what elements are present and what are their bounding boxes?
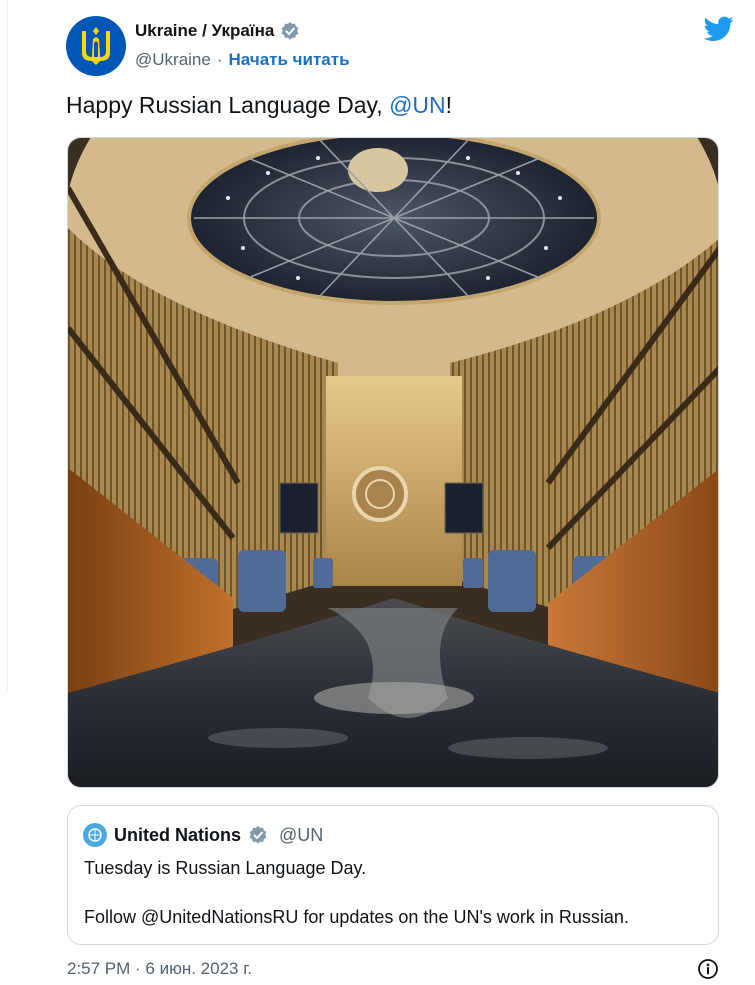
tweet-text: Happy Russian Language Day, @UN! — [66, 92, 452, 119]
mention-link[interactable]: @UN — [389, 92, 446, 118]
quoted-text-line1: Tuesday is Russian Language Day. — [84, 858, 367, 878]
tweet-footer: 2:57 PM · 6 июн. 2023 г. — [67, 958, 719, 980]
quoted-handle: @UN — [279, 824, 324, 845]
author-handle[interactable]: @Ukraine — [135, 50, 211, 70]
quoted-author-avatar — [83, 823, 107, 847]
tweet-text-end: ! — [445, 92, 453, 118]
tweet-media-image[interactable] — [67, 137, 719, 788]
un-emblem-icon — [88, 828, 102, 842]
verified-badge-icon — [281, 22, 299, 40]
author-avatar[interactable] — [66, 16, 126, 76]
author-display-name[interactable]: Ukraine / Україна — [135, 21, 274, 41]
tweet-header: Ukraine / Україна @Ukraine · Начать чита… — [66, 16, 734, 76]
twitter-bird-icon[interactable] — [704, 16, 734, 42]
tweet-timestamp[interactable]: 2:57 PM · 6 июн. 2023 г. — [67, 959, 252, 979]
quoted-tweet[interactable]: United Nations @UN Tuesday is Russian La… — [67, 805, 719, 945]
handle-row: @Ukraine · Начать читать — [135, 50, 350, 70]
timeline-divider-left — [7, 0, 8, 690]
ukraine-trident-icon — [82, 27, 110, 65]
tweet-text-start: Happy Russian Language Day, — [66, 92, 390, 118]
info-icon[interactable] — [697, 958, 719, 980]
display-name-row: Ukraine / Україна — [135, 18, 350, 44]
author-names: Ukraine / Україна @Ukraine · Начать чита… — [135, 18, 350, 70]
quoted-display-name: United Nations — [114, 824, 242, 845]
verified-badge-icon — [249, 826, 267, 844]
un-general-assembly-hall-flooded-image — [68, 138, 718, 787]
quoted-tweet-header: United Nations @UN — [83, 823, 323, 847]
follow-button[interactable]: Начать читать — [229, 50, 350, 70]
handle-separator: · — [216, 50, 223, 69]
quoted-text-line2: Follow @UnitedNationsRU for updates on t… — [84, 907, 629, 927]
